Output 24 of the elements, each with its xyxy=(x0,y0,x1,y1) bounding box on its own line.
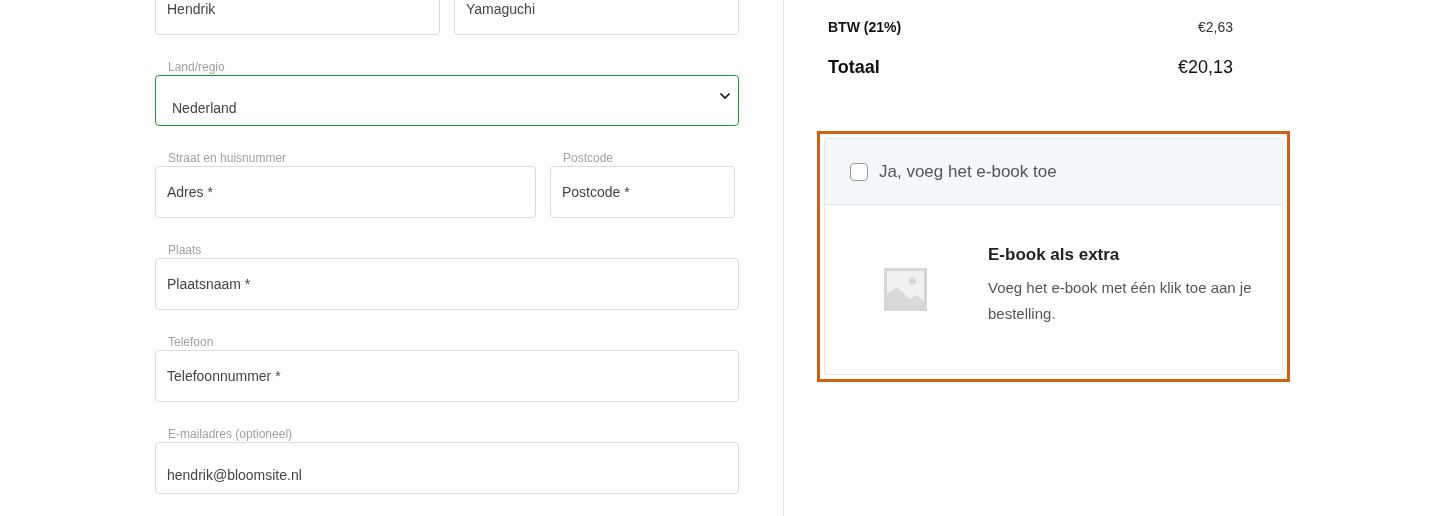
caret-icon xyxy=(719,92,731,100)
input-field[interactable]: Plaatsnaam * xyxy=(155,258,739,310)
image-placeholder-icon xyxy=(884,268,927,311)
country-select[interactable]: Nederland xyxy=(155,75,739,126)
summary-label: BTW (21%) xyxy=(828,19,902,35)
field-label: Telefoon xyxy=(167,335,215,350)
input-field[interactable]: Postcode * xyxy=(550,166,735,218)
field-label: Straat en huisnummer xyxy=(167,151,288,166)
checkbox[interactable] xyxy=(850,162,868,181)
field-label: Postcode xyxy=(562,151,615,166)
input-field[interactable]: hendrik@bloomsite.nl xyxy=(155,442,739,494)
summary-amount: €2,63 xyxy=(1197,19,1233,35)
field-label: E-mailadres (optioneel) xyxy=(167,427,294,442)
total-label: Totaal xyxy=(828,57,880,78)
input-field[interactable]: Yamaguchi xyxy=(454,0,739,35)
total-amount: €20,13 xyxy=(1177,57,1233,78)
input-field[interactable]: Adres * xyxy=(155,166,536,218)
input-field[interactable]: Hendrik xyxy=(155,0,440,35)
field-label: Land/regio xyxy=(167,60,226,75)
field-label: Plaats xyxy=(167,243,203,258)
offer-description: Voeg het e-book met één klik toe aan je bestelling. xyxy=(988,278,1253,324)
checkbox-label[interactable]: Ja, voeg het e-book toe xyxy=(879,161,1057,182)
offer-title: E-book als extra xyxy=(988,245,1121,265)
input-field[interactable]: Telefoonnummer * xyxy=(155,350,739,402)
